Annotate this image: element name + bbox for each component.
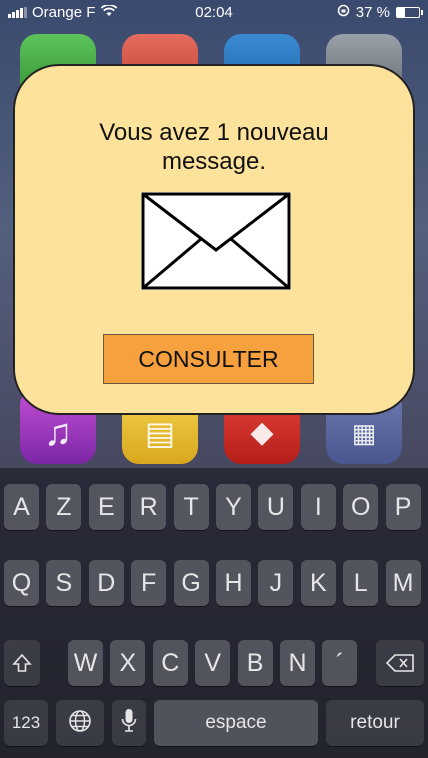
key-e[interactable]: E [88,484,124,530]
new-message-alert: Vous avez 1 nouveau message. CONSULTER [13,64,415,415]
carrier-label: Orange F [32,3,96,21]
key-q[interactable]: Q [4,560,39,606]
key-b[interactable]: B [237,640,273,686]
clock-time: 02:04 [195,4,233,21]
key-y[interactable]: Y [216,484,251,530]
key-i[interactable]: I [300,484,336,530]
home-screen: Orange F 02:04 37 % ♫ ▤ ◆ ▦ AZERTYUIOP Q… [0,0,428,758]
key-g[interactable]: G [173,560,209,606]
dictation-key[interactable] [112,700,146,746]
battery-percent: 37 % [355,3,390,21]
key-o[interactable]: O [343,484,379,530]
key-k[interactable]: K [300,560,336,606]
signal-icon [8,6,27,18]
key-d[interactable]: D [88,560,124,606]
key-v[interactable]: V [195,640,231,686]
key-t[interactable]: T [173,484,209,530]
key-l[interactable]: L [343,560,379,606]
key-s[interactable]: S [46,560,82,606]
key-acute-accent[interactable]: ´ [322,640,358,686]
key-w[interactable]: W [68,640,103,686]
envelope-icon [141,192,291,290]
key-j[interactable]: J [258,560,294,606]
key-z[interactable]: Z [46,484,82,530]
rotation-lock-icon [337,4,350,21]
consult-button[interactable]: CONSULTER [103,334,314,384]
key-n[interactable]: N [280,640,315,686]
key-a[interactable]: A [4,484,39,530]
key-h[interactable]: H [216,560,251,606]
numbers-key[interactable]: 123 [4,700,48,746]
key-m[interactable]: M [385,560,421,606]
microphone-icon [121,708,137,739]
return-key[interactable]: retour [326,700,424,746]
battery-icon [396,6,423,18]
key-c[interactable]: C [152,640,188,686]
globe-key[interactable] [56,700,104,746]
shift-key[interactable] [4,640,40,686]
space-key[interactable]: espace [154,700,318,746]
key-p[interactable]: P [385,484,421,530]
key-r[interactable]: R [131,484,167,530]
key-f[interactable]: F [131,560,167,606]
delete-key[interactable] [376,640,424,686]
alert-message: Vous avez 1 nouveau message. [99,119,329,175]
status-bar: Orange F 02:04 37 % [0,0,428,24]
keyboard: AZERTYUIOP QSDFGHJKLM W X C V B N ´ 123 espace… [0,468,428,758]
key-u[interactable]: U [258,484,294,530]
wifi-icon [101,3,118,20]
globe-icon [68,709,92,738]
key-x[interactable]: X [110,640,146,686]
